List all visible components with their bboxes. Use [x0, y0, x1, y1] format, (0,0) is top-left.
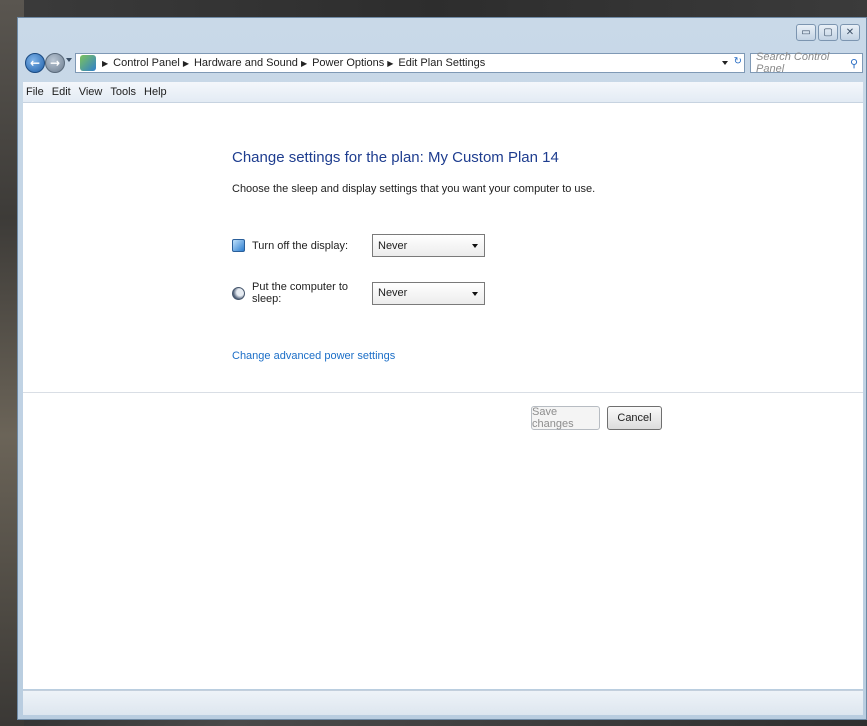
address-row: ← → ▶ Control Panel ▶ Hardware and Sound…: [23, 51, 863, 76]
display-setting-label: Turn off the display:: [252, 239, 348, 252]
back-arrow-icon: ←: [29, 56, 41, 70]
caption-buttons: ▭ ▢ ✕: [796, 24, 860, 41]
divider: [23, 392, 863, 393]
breadcrumb-hardware-and-sound[interactable]: Hardware and Sound: [194, 57, 298, 69]
menu-help[interactable]: Help: [140, 86, 171, 98]
back-button[interactable]: ←: [25, 53, 45, 73]
page-description: Choose the sleep and display settings th…: [232, 183, 596, 195]
sleep-icon: [232, 286, 245, 300]
close-button[interactable]: ✕: [840, 24, 860, 41]
sleep-setting-row: Put the computer to sleep: Never: [232, 281, 485, 305]
computer-sleep-value: Never: [378, 287, 408, 299]
menu-view[interactable]: View: [75, 86, 107, 98]
breadcrumb-edit-plan-settings[interactable]: Edit Plan Settings: [398, 57, 485, 69]
cancel-button[interactable]: Cancel: [607, 406, 662, 430]
save-changes-button[interactable]: Save changes: [531, 406, 600, 430]
control-panel-window: ▭ ▢ ✕ ← → ▶ Control Panel ▶ Hardware and…: [17, 17, 867, 720]
breadcrumb-separator-icon: ▶: [102, 58, 109, 68]
menu-file[interactable]: File: [23, 86, 48, 98]
display-icon: [232, 239, 245, 252]
refresh-icon[interactable]: ↻: [734, 56, 742, 67]
computer-sleep-select[interactable]: Never: [372, 281, 485, 305]
page-title: Change settings for the plan: My Custom …: [232, 149, 559, 166]
sleep-setting-label: Put the computer to sleep:: [252, 281, 348, 305]
address-history-dropdown-icon[interactable]: [722, 61, 728, 65]
display-setting-row: Turn off the display: Never: [232, 234, 485, 257]
status-bar: [23, 690, 863, 715]
menu-edit[interactable]: Edit: [48, 86, 75, 98]
forward-arrow-icon: →: [49, 56, 61, 70]
control-panel-icon: [80, 55, 96, 71]
turn-off-display-value: Never: [378, 239, 408, 252]
search-box[interactable]: Search Control Panel ⚲: [750, 51, 863, 75]
chevron-down-icon: [472, 244, 478, 248]
recent-pages-dropdown-icon[interactable]: [66, 58, 72, 62]
breadcrumb-separator-icon: ▶: [182, 58, 189, 68]
chevron-down-icon: [472, 291, 478, 296]
breadcrumb-control-panel[interactable]: Control Panel: [113, 57, 180, 69]
address-bar[interactable]: ▶ Control Panel ▶ Hardware and Sound ▶ P…: [75, 53, 745, 73]
search-icon[interactable]: ⚲: [850, 57, 858, 70]
breadcrumb-power-options[interactable]: Power Options: [312, 57, 384, 69]
minimize-button[interactable]: ▭: [796, 24, 816, 41]
turn-off-display-select[interactable]: Never: [372, 234, 485, 257]
maximize-button[interactable]: ▢: [818, 24, 838, 41]
breadcrumb-separator-icon: ▶: [300, 58, 308, 68]
content-pane: Change settings for the plan: My Custom …: [23, 103, 863, 689]
advanced-power-settings-link[interactable]: Change advanced power settings: [232, 350, 395, 362]
breadcrumb-separator-icon: ▶: [387, 58, 394, 68]
search-placeholder: Search Control Panel: [756, 51, 830, 75]
menu-bar: File Edit View Tools Help: [23, 82, 863, 103]
forward-button[interactable]: →: [45, 53, 65, 73]
menu-tools[interactable]: Tools: [106, 86, 140, 98]
